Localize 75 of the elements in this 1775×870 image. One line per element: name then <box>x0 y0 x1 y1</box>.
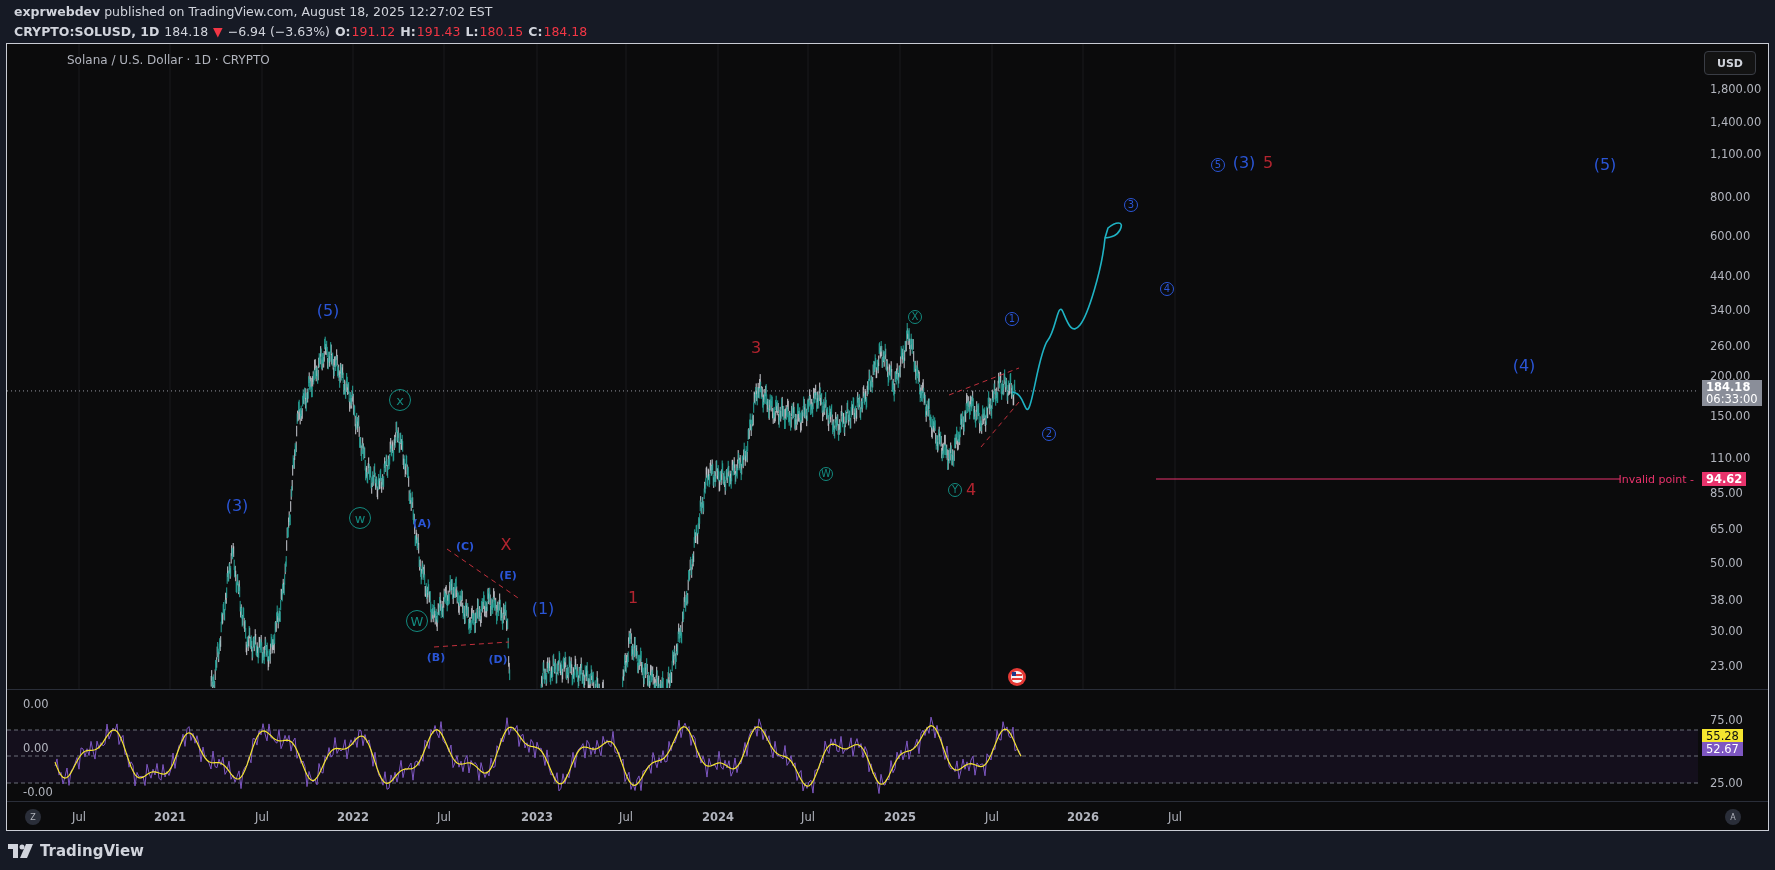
ohlc-value: 191.12 <box>351 24 396 39</box>
zoom-button[interactable]: Z <box>25 809 41 825</box>
time-axis-label: 2021 <box>154 810 186 824</box>
time-axis-label: Jul <box>1168 810 1182 824</box>
time-axis-label: 2024 <box>702 810 734 824</box>
ohlc-label: C: <box>528 24 543 39</box>
time-axis-label: 2026 <box>1067 810 1099 824</box>
wave-label: (5) <box>1593 157 1617 173</box>
ohlc-value: 180.15 <box>479 24 524 39</box>
invalid-point-label: Invalid point - <box>1618 472 1694 486</box>
time-axis-label: 2023 <box>521 810 553 824</box>
price-axis-label: 85.00 <box>1710 486 1743 500</box>
oscillator-axis-label: 75.00 <box>1710 713 1743 727</box>
time-axis-label: Jul <box>255 810 269 824</box>
time-axis-label: Jul <box>437 810 451 824</box>
oscillator-value-tag: 52.67 <box>1702 742 1743 756</box>
price-axis-label: 50.00 <box>1710 556 1743 570</box>
ohlc-value: 191.43 <box>416 24 461 39</box>
wave-label: (B) <box>426 651 446 663</box>
price-axis-label: 150.00 <box>1710 409 1751 423</box>
oscillator-axis-label: 0.00 <box>23 697 49 711</box>
wave-label: (4) <box>1512 358 1536 374</box>
last-price: 184.18 <box>164 24 209 39</box>
price-axis-label: 800.00 <box>1710 190 1751 204</box>
ohlc-label: L: <box>465 24 479 39</box>
symbol: CRYPTO:SOLUSD, 1D <box>14 24 160 39</box>
ohlc-label: O: <box>334 24 351 39</box>
time-axis-label: 2022 <box>337 810 369 824</box>
down-arrow-icon: ▼ <box>213 24 223 39</box>
time-axis-label: Jul <box>985 810 999 824</box>
ohlc-label: H: <box>400 24 416 39</box>
oscillator-axis-label: -0.00 <box>23 785 53 799</box>
wave-label: 4 <box>965 482 977 498</box>
wave-label: 1 <box>627 590 639 606</box>
oscillator-axis-label: 25.00 <box>1710 776 1743 790</box>
invalid-price-tag: 94.62 <box>1702 472 1747 486</box>
price-change: −6.94 (−3.63%) <box>227 24 330 39</box>
auto-scale-button[interactable]: A <box>1725 809 1741 825</box>
price-axis-label: 1,100.00 <box>1710 147 1762 161</box>
time-axis-label: Jul <box>72 810 86 824</box>
price-axis-label: 65.00 <box>1710 522 1743 536</box>
price-axis-label: 340.00 <box>1710 303 1751 317</box>
price-axis-label: 200.00 <box>1710 369 1751 383</box>
wave-label: X <box>500 537 512 553</box>
flag-icon <box>1008 668 1026 686</box>
wave-label: (3) <box>225 498 249 514</box>
price-axis-label: 30.00 <box>1710 624 1743 638</box>
price-axis-label: 1,400.00 <box>1710 115 1762 129</box>
last-price-tag: 184.18 06:33:00 <box>1702 380 1762 406</box>
wave-label: (E) <box>499 569 517 581</box>
chart-legend: Solana / U.S. Dollar · 1D · CRYPTO <box>67 53 270 67</box>
logo-icon <box>8 843 34 858</box>
wave-label: (1) <box>531 601 555 617</box>
price-axis-label: 600.00 <box>1710 229 1751 243</box>
time-axis-label: Jul <box>619 810 633 824</box>
price-axis-label: 110.00 <box>1710 451 1751 465</box>
price-axis-label: 260.00 <box>1710 339 1751 353</box>
currency-button[interactable]: USD <box>1704 51 1756 75</box>
price-axis-label: 38.00 <box>1710 593 1743 607</box>
time-axis-label: Jul <box>801 810 815 824</box>
wave-label: (3) <box>1232 155 1256 171</box>
brand-name: TradingView <box>40 841 144 860</box>
wave-label: 5 <box>1262 155 1274 171</box>
wave-label: 3 <box>750 340 762 356</box>
wave-label: (C) <box>455 540 475 552</box>
oscillator-value-tag: 55.28 <box>1702 729 1743 743</box>
price-axis-label: 1,800.00 <box>1710 82 1762 96</box>
wave-label: (D) <box>488 653 508 665</box>
price-axis-label: 440.00 <box>1710 269 1751 283</box>
wave-label: (5) <box>316 303 340 319</box>
publish-info: exprwebdev published on TradingView.com, August 18, 2025 12:27:02 EST <box>14 4 493 19</box>
time-axis-label: 2025 <box>884 810 916 824</box>
ohlc-value: 184.18 <box>543 24 588 39</box>
oscillator-axis-label: 0.00 <box>23 741 49 755</box>
price-axis-label: 23.00 <box>1710 659 1743 673</box>
